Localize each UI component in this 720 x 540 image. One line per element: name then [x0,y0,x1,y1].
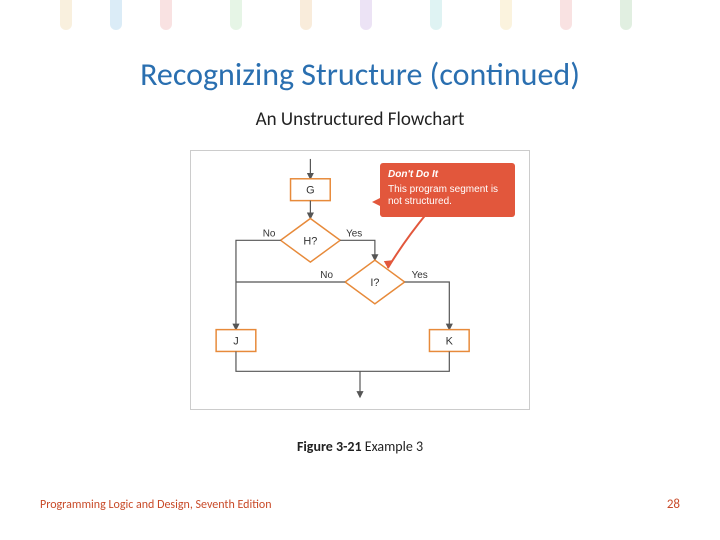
caption-bold: Figure 3-21 [297,438,362,455]
node-g: G [306,185,314,197]
warning-callout: Don't Do It This program segment is not … [380,163,515,217]
label-no-h: No [263,228,276,239]
node-j: J [233,336,238,348]
label-yes-i: Yes [412,270,428,281]
footer-page-number: 28 [667,497,680,512]
callout-body: This program segment is not structured. [388,184,507,209]
caption-rest: Example 3 [362,438,424,455]
node-k: K [446,336,454,348]
slide-subtitle: An Unstructured Flowchart [0,108,720,131]
decorative-top-streaks [0,0,720,40]
slide-title: Recognizing Structure (continued) [0,55,720,94]
label-yes-h: Yes [346,228,362,239]
figure-caption: Figure 3-21 Example 3 [0,438,720,455]
flowchart-figure: G H? No Yes I? No Yes J K [190,150,530,410]
callout-title: Don't Do It [388,169,507,182]
node-h: H? [303,235,317,247]
node-i: I? [370,277,379,289]
footer-book-title: Programming Logic and Design, Seventh Ed… [40,498,272,512]
label-no-i: No [320,270,333,281]
